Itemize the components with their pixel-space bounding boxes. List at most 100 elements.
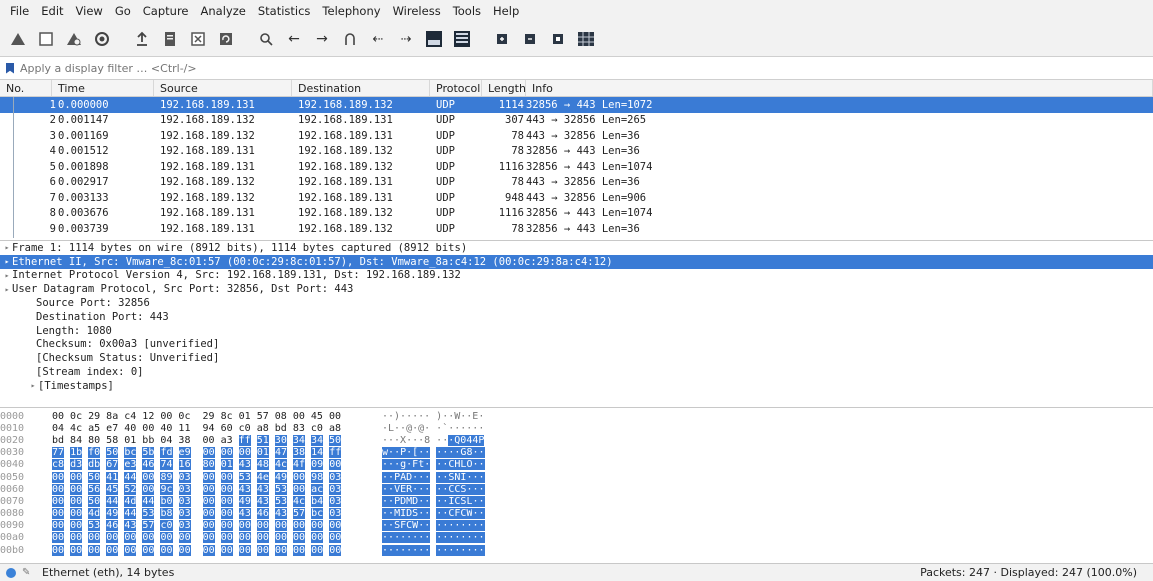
detail-row[interactable]: [Checksum Status: Unverified] bbox=[0, 351, 1153, 365]
menu-file[interactable]: File bbox=[4, 4, 35, 18]
detail-row[interactable]: ▸ [Timestamps] bbox=[0, 379, 1153, 393]
start-capture-icon[interactable] bbox=[6, 27, 30, 51]
menu-help[interactable]: Help bbox=[487, 4, 525, 18]
bytes-ascii[interactable]: ··)····· )··W··E· bbox=[382, 411, 502, 422]
bytes-hex[interactable]: 00 00 53 46 43 57 c0 03 00 00 00 00 00 0… bbox=[52, 520, 382, 532]
packet-no: 8 bbox=[49, 207, 56, 220]
menu-tools[interactable]: Tools bbox=[447, 4, 487, 18]
find-packet-icon[interactable] bbox=[254, 27, 278, 51]
bytes-ascii[interactable]: ··PDMD·· ··ICSL·· bbox=[382, 495, 502, 507]
bytes-ascii[interactable]: ··MIDS·· ··CFCW·· bbox=[382, 508, 502, 520]
column-protocol[interactable]: Protocol bbox=[430, 80, 482, 96]
go-last-packet-icon[interactable]: ⇢ bbox=[394, 27, 418, 51]
expand-arrow-icon[interactable]: ▸ bbox=[2, 285, 12, 294]
menu-statistics[interactable]: Statistics bbox=[252, 4, 317, 18]
column-destination[interactable]: Destination bbox=[292, 80, 430, 96]
normal-size-icon[interactable] bbox=[546, 27, 570, 51]
packet-row[interactable]: 8 0.003676 192.168.189.131 192.168.189.132 U… bbox=[0, 206, 1153, 222]
bytes-ascii[interactable]: ··PAD··· ··SNI··· bbox=[382, 471, 502, 483]
expand-arrow-icon[interactable]: ▸ bbox=[2, 257, 12, 266]
column-no[interactable]: No. bbox=[0, 80, 52, 96]
detail-row[interactable]: ▸ Frame 1: 1114 bytes on wire (8912 bits)… bbox=[0, 241, 1153, 255]
menu-telephony[interactable]: Telephony bbox=[316, 4, 386, 18]
bookmark-icon[interactable] bbox=[6, 62, 14, 74]
bytes-ascii[interactable]: ········ ········ bbox=[382, 532, 502, 544]
column-info[interactable]: Info bbox=[526, 80, 1153, 96]
bytes-hex[interactable]: bd 84 80 58 01 bb 04 38 00 a3 ff 51 30 3… bbox=[52, 434, 382, 446]
bytes-ascii[interactable]: ········ ········ bbox=[382, 544, 502, 556]
detail-row[interactable]: Destination Port: 443 bbox=[0, 310, 1153, 324]
go-first-packet-icon[interactable]: ⇠ bbox=[366, 27, 390, 51]
packet-row[interactable]: 9 0.003739 192.168.189.131 192.168.189.132 U… bbox=[0, 221, 1153, 237]
bytes-hex[interactable]: 04 4c a5 e7 40 00 40 11 94 60 c0 a8 bd 8… bbox=[52, 423, 382, 434]
menu-analyze[interactable]: Analyze bbox=[195, 4, 252, 18]
zoom-out-icon[interactable] bbox=[518, 27, 542, 51]
go-forward-icon[interactable]: → bbox=[310, 27, 334, 51]
menu-capture[interactable]: Capture bbox=[137, 4, 195, 18]
detail-row[interactable]: ▸ Internet Protocol Version 4, Src: 192.1… bbox=[0, 269, 1153, 283]
packet-info: 443 → 32856 Len=36 bbox=[526, 176, 640, 189]
open-file-icon[interactable] bbox=[130, 27, 154, 51]
menu-go[interactable]: Go bbox=[109, 4, 137, 18]
close-file-icon[interactable] bbox=[186, 27, 210, 51]
packet-src: 192.168.189.131 bbox=[160, 98, 255, 111]
packet-row[interactable]: 3 0.001169 192.168.189.132 192.168.189.131 U… bbox=[0, 128, 1153, 144]
bytes-ascii[interactable]: w··P·[·· ····G8·· bbox=[382, 447, 502, 459]
bytes-hex[interactable]: c8 d3 db 67 e3 46 74 16 80 01 43 48 4c 4… bbox=[52, 459, 382, 471]
packet-len: 78 bbox=[511, 176, 524, 189]
packet-row[interactable]: 4 0.001512 192.168.189.131 192.168.189.132 U… bbox=[0, 144, 1153, 160]
reload-file-icon[interactable] bbox=[214, 27, 238, 51]
column-source[interactable]: Source bbox=[154, 80, 292, 96]
expand-arrow-icon[interactable]: ▸ bbox=[2, 271, 12, 280]
packet-row[interactable]: 5 0.001898 192.168.189.131 192.168.189.132 U… bbox=[0, 159, 1153, 175]
menu-view[interactable]: View bbox=[70, 4, 109, 18]
packet-time: 0.001512 bbox=[58, 145, 109, 158]
packet-row[interactable]: 6 0.002917 192.168.189.132 192.168.189.131 U… bbox=[0, 175, 1153, 191]
bytes-hex[interactable]: 00 00 00 00 00 00 00 00 00 00 00 00 00 0… bbox=[52, 544, 382, 556]
bytes-ascii[interactable]: ···X···8 ···Q044P bbox=[382, 434, 502, 446]
expand-arrow-icon[interactable]: ▸ bbox=[28, 381, 38, 390]
bytes-ascii[interactable]: ·L··@·@· ·`······ bbox=[382, 423, 502, 434]
status-selected-field: Ethernet (eth), 14 bytes bbox=[42, 566, 175, 579]
save-file-icon[interactable] bbox=[158, 27, 182, 51]
bytes-hex[interactable]: 00 00 50 44 4d 44 b0 03 00 00 49 43 53 4… bbox=[52, 495, 382, 507]
detail-row[interactable]: Source Port: 32856 bbox=[0, 296, 1153, 310]
display-filter-input[interactable] bbox=[20, 61, 920, 75]
colorize-icon[interactable] bbox=[450, 27, 474, 51]
detail-row[interactable]: [Stream index: 0] bbox=[0, 365, 1153, 379]
packet-row[interactable]: 7 0.003133 192.168.189.132 192.168.189.131 U… bbox=[0, 190, 1153, 206]
auto-scroll-icon[interactable] bbox=[422, 27, 446, 51]
restart-capture-icon[interactable] bbox=[62, 27, 86, 51]
expand-arrow-icon[interactable]: ▸ bbox=[2, 243, 12, 252]
column-length[interactable]: Length bbox=[482, 80, 526, 96]
expert-info-icon[interactable] bbox=[6, 567, 16, 578]
zoom-in-icon[interactable] bbox=[490, 27, 514, 51]
bytes-hex[interactable]: 77 1b f0 50 bc 5b fd e9 00 00 00 01 47 3… bbox=[52, 447, 382, 459]
packet-info: 32856 → 443 Len=1074 bbox=[526, 160, 653, 173]
bytes-hex[interactable]: 00 00 4d 49 44 53 b8 03 00 00 43 46 43 5… bbox=[52, 508, 382, 520]
bytes-ascii[interactable]: ···g·Ft· ··CHLO·· bbox=[382, 459, 502, 471]
go-back-icon[interactable]: ← bbox=[282, 27, 306, 51]
detail-row[interactable]: ▸ Ethernet II, Src: Vmware_8c:01:57 (00:0… bbox=[0, 254, 1153, 269]
column-time[interactable]: Time bbox=[52, 80, 154, 96]
packet-row[interactable]: 2 0.001147 192.168.189.132 192.168.189.131 U… bbox=[0, 113, 1153, 129]
bytes-hex[interactable]: 00 00 50 41 44 00 89 03 00 00 53 4e 49 0… bbox=[52, 471, 382, 483]
menu-wireless[interactable]: Wireless bbox=[387, 4, 447, 18]
detail-row[interactable]: Length: 1080 bbox=[0, 324, 1153, 338]
resize-columns-icon[interactable] bbox=[574, 27, 598, 51]
bytes-ascii[interactable]: ··VER··· ··CCS··· bbox=[382, 483, 502, 495]
capture-comment-icon[interactable]: ✎ bbox=[22, 567, 32, 578]
detail-text: Internet Protocol Version 4, Src: 192.16… bbox=[12, 269, 461, 282]
packet-row[interactable]: 100.004383192.168.189.132192.168.189.131… bbox=[0, 237, 1153, 239]
packet-row[interactable]: 1 0.000000 192.168.189.131 192.168.189.132 U… bbox=[0, 97, 1153, 113]
go-to-packet-icon[interactable] bbox=[338, 27, 362, 51]
detail-row[interactable]: ▸ User Datagram Protocol, Src Port: 32856… bbox=[0, 282, 1153, 296]
bytes-hex[interactable]: 00 00 00 00 00 00 00 00 00 00 00 00 00 0… bbox=[52, 532, 382, 544]
detail-row[interactable]: Checksum: 0x00a3 [unverified] bbox=[0, 338, 1153, 352]
bytes-ascii[interactable]: ··SFCW·· ········ bbox=[382, 520, 502, 532]
capture-options-icon[interactable] bbox=[90, 27, 114, 51]
bytes-hex[interactable]: 00 00 56 45 52 00 9c 03 00 00 43 43 53 0… bbox=[52, 483, 382, 495]
stop-capture-icon[interactable] bbox=[34, 27, 58, 51]
bytes-hex[interactable]: 00 0c 29 8a c4 12 00 0c 29 8c 01 57 08 0… bbox=[52, 411, 382, 422]
menu-edit[interactable]: Edit bbox=[35, 4, 69, 18]
